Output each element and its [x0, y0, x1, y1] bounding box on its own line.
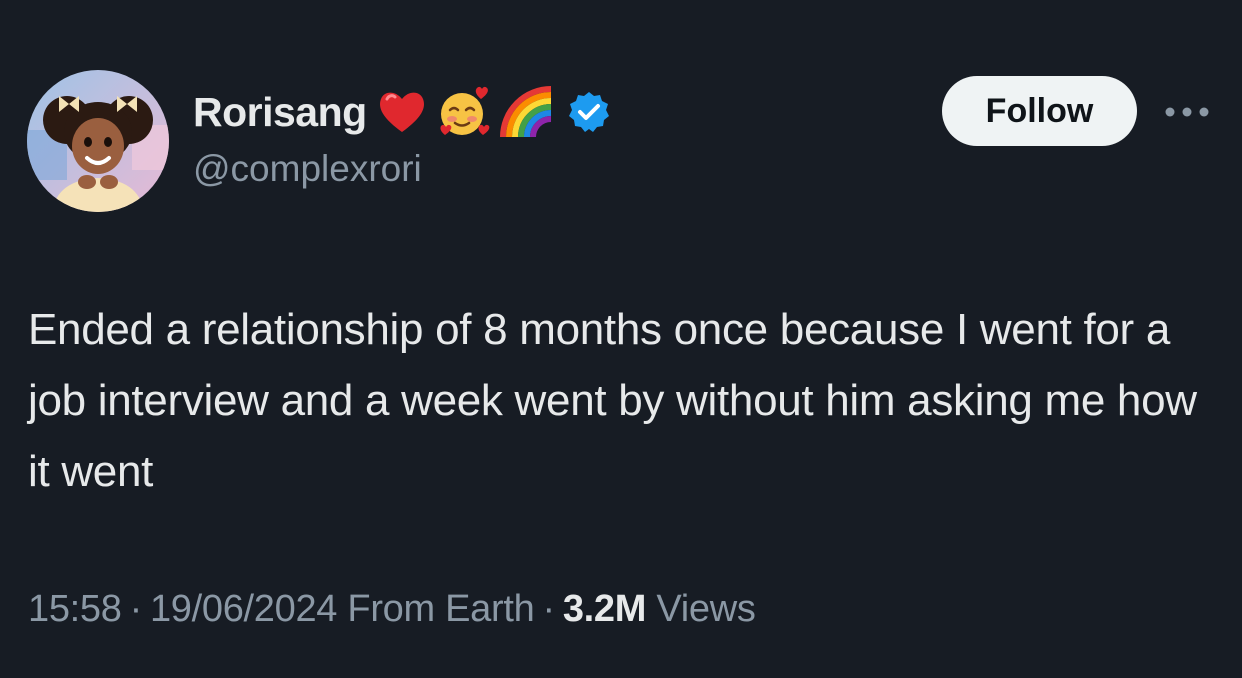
views-label[interactable]: Views [656, 588, 755, 630]
author-name-row: Rorisang [193, 84, 611, 140]
more-options-button[interactable] [1162, 94, 1212, 130]
meta-separator: · [542, 588, 555, 630]
more-horizontal-icon [1165, 107, 1209, 117]
tweet-meta: 15:58 · 19/06/2024 From Earth · 3.2M Views [28, 588, 756, 631]
verified-badge-icon[interactable] [567, 90, 611, 134]
tweet-card: Rorisang @complexrori Follow Ended a rel… [0, 0, 1242, 678]
follow-button[interactable]: Follow [942, 76, 1137, 146]
smiling-face-with-hearts-icon [437, 85, 491, 139]
tweet-text: Ended a relationship of 8 months once be… [28, 305, 1197, 496]
tweet-time[interactable]: 15:58 [28, 588, 122, 630]
rainbow-icon [499, 85, 553, 139]
author-handle[interactable]: @complexrori [193, 148, 422, 190]
avatar[interactable] [27, 70, 169, 212]
tweet-date[interactable]: 19/06/2024 [150, 588, 337, 630]
meta-separator: · [129, 588, 143, 630]
author-display-name[interactable]: Rorisang [193, 89, 367, 136]
tweet-source: From Earth [347, 588, 535, 630]
views-count[interactable]: 3.2M [563, 588, 647, 630]
red-heart-icon [375, 85, 429, 139]
